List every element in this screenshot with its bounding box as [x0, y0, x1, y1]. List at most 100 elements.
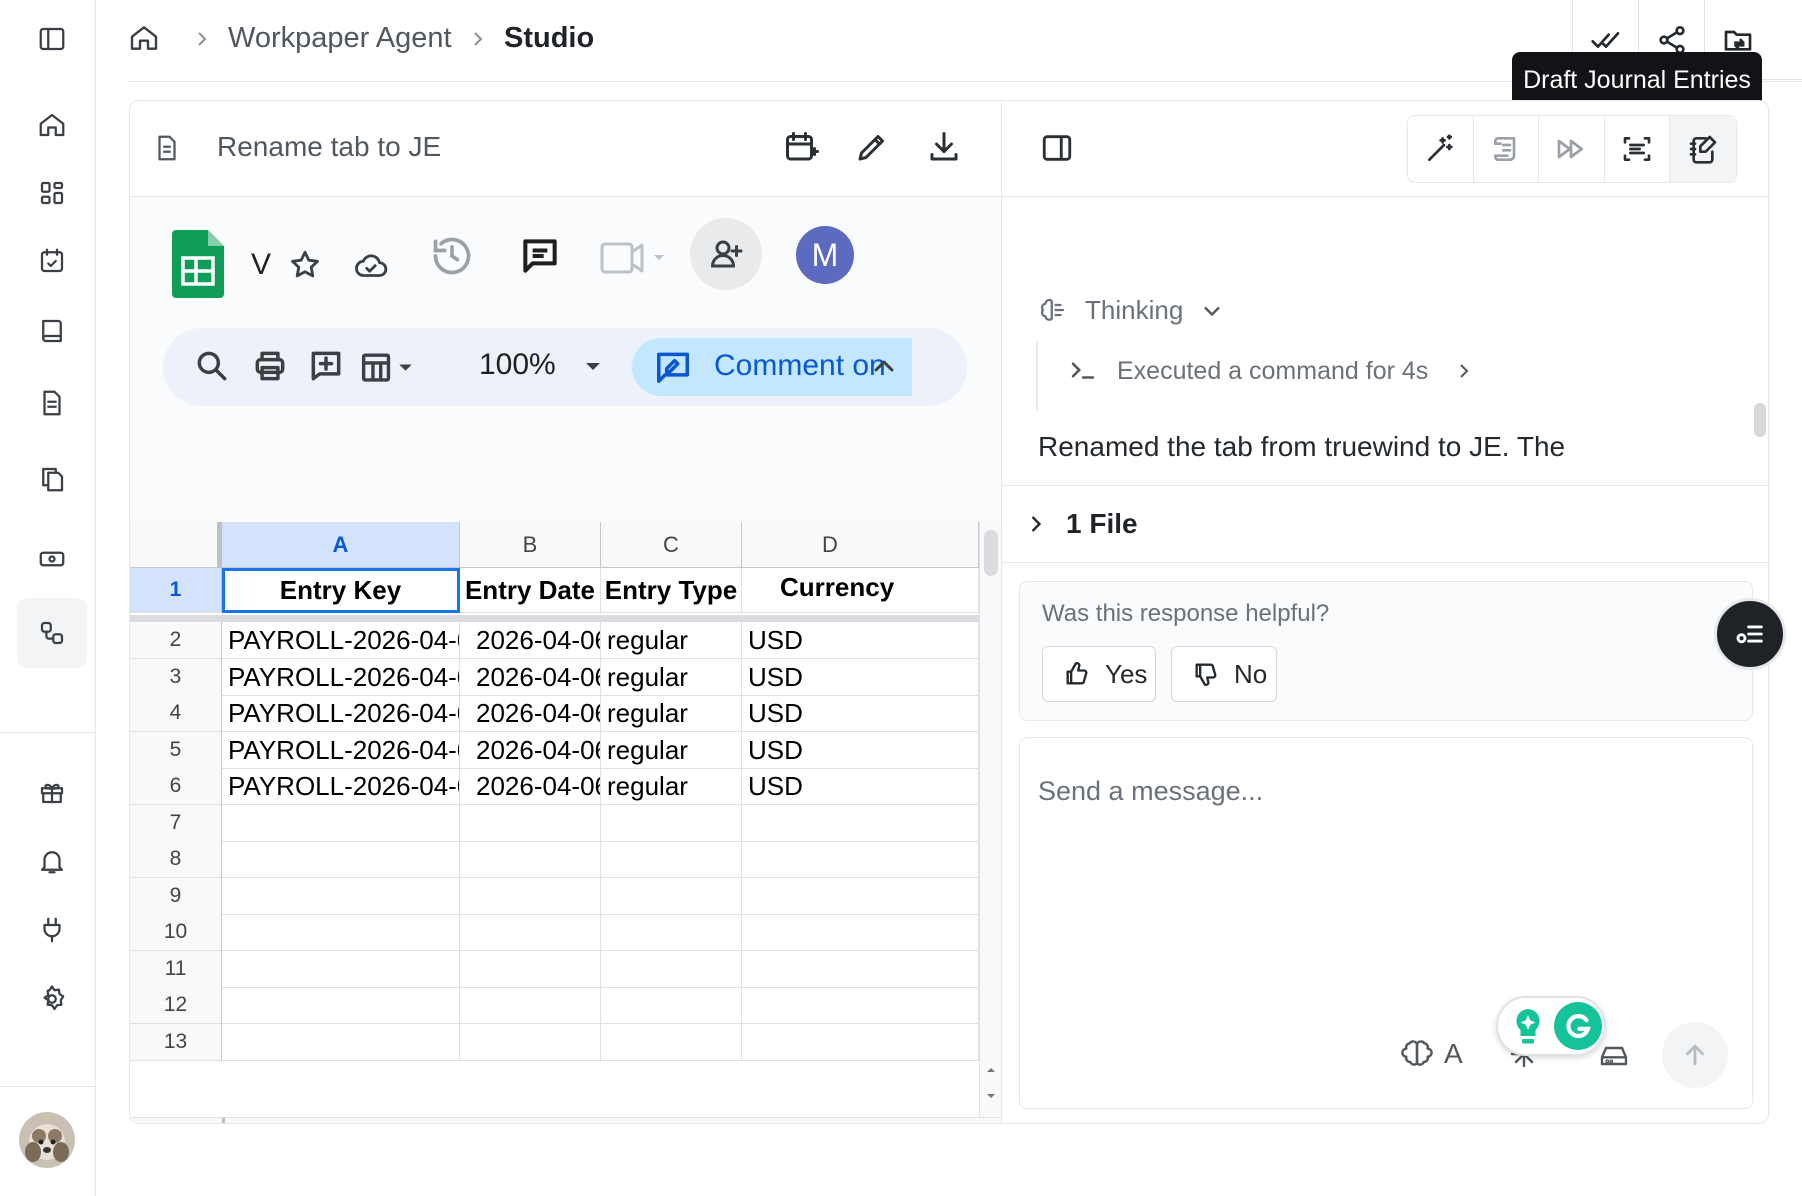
scroll-down-arrow-icon[interactable]	[983, 1088, 999, 1104]
message-composer[interactable]: Send a message... A	[1019, 737, 1753, 1109]
no-button[interactable]: No	[1171, 646, 1277, 702]
table-cell[interactable]	[222, 951, 460, 988]
fast-forward-icon[interactable]	[1539, 116, 1605, 182]
star-icon[interactable]	[288, 248, 322, 282]
cell-d1[interactable]: Currency	[742, 568, 979, 613]
table-cell[interactable]: USD	[742, 732, 979, 769]
chevron-up-icon[interactable]	[868, 350, 900, 382]
row-header[interactable]: 1	[130, 568, 222, 613]
calendar-add-icon[interactable]	[783, 129, 823, 169]
row-header[interactable]: 4	[130, 695, 222, 732]
table-cell[interactable]: USD	[742, 768, 979, 805]
dashboard-icon[interactable]	[17, 158, 87, 228]
row-header[interactable]: 7	[130, 805, 222, 842]
breadcrumb-workpaper-agent[interactable]: Workpaper Agent	[228, 22, 452, 55]
user-avatar[interactable]	[19, 1112, 75, 1168]
row-header[interactable]: 10	[130, 914, 222, 951]
table-cell[interactable]	[742, 1024, 979, 1061]
table-cell[interactable]: PAYROLL-2026-04-06	[222, 768, 460, 805]
table-cell[interactable]	[460, 805, 601, 842]
table-cell[interactable]: 2026-04-06	[460, 659, 601, 696]
sheet-title-fragment[interactable]: V	[251, 248, 271, 282]
table-cell[interactable]: 2026-04-06	[460, 622, 601, 659]
table-cell[interactable]: regular	[601, 659, 742, 696]
table-cell[interactable]	[601, 805, 742, 842]
settings-icon[interactable]	[17, 964, 87, 1034]
table-cell[interactable]	[601, 878, 742, 915]
table-cell[interactable]	[601, 914, 742, 951]
table-cell[interactable]: USD	[742, 622, 979, 659]
copy-document-icon[interactable]	[17, 444, 87, 514]
send-button[interactable]	[1662, 1022, 1728, 1088]
table-cell[interactable]: PAYROLL-2026-04-06	[222, 622, 460, 659]
table-cell[interactable]: regular	[601, 622, 742, 659]
book-icon[interactable]	[17, 296, 87, 366]
table-format-icon[interactable]	[359, 347, 421, 385]
vertical-scroll-thumb[interactable]	[984, 530, 998, 576]
calendar-check-icon[interactable]	[17, 226, 87, 296]
table-cell[interactable]: 2026-04-06	[460, 732, 601, 769]
search-icon[interactable]	[193, 347, 231, 385]
cell-c1[interactable]: Entry Type	[601, 568, 742, 613]
table-cell[interactable]	[460, 841, 601, 878]
floating-task-list-button[interactable]	[1714, 598, 1786, 670]
select-all-corner[interactable]	[130, 522, 222, 568]
reasoning-brain-icon[interactable]	[1401, 1038, 1433, 1070]
row-header[interactable]: 9	[130, 878, 222, 915]
table-cell[interactable]	[742, 914, 979, 951]
scan-text-icon[interactable]	[1605, 116, 1671, 182]
table-cell[interactable]	[601, 1024, 742, 1061]
file-attachment-row[interactable]: 1 File	[1002, 485, 1768, 563]
row-header[interactable]: 11	[130, 951, 222, 988]
account-avatar[interactable]: M	[796, 226, 854, 284]
table-cell[interactable]: 2026-04-06	[460, 695, 601, 732]
row-header[interactable]: 2	[130, 622, 222, 659]
column-header-b[interactable]: B	[460, 522, 601, 568]
table-cell[interactable]	[222, 914, 460, 951]
table-cell[interactable]	[460, 951, 601, 988]
zoom-dropdown-icon[interactable]	[581, 354, 605, 378]
scroll-left-arrow-icon[interactable]	[926, 1122, 942, 1123]
table-cell[interactable]: USD	[742, 695, 979, 732]
table-cell[interactable]	[742, 841, 979, 878]
table-cell[interactable]	[742, 987, 979, 1024]
plug-icon[interactable]	[17, 895, 87, 965]
print-icon[interactable]	[251, 347, 289, 385]
yes-button[interactable]: Yes	[1042, 646, 1156, 702]
document-icon[interactable]	[17, 368, 87, 438]
share-add-person-button[interactable]	[690, 218, 762, 290]
chevron-right-icon[interactable]	[1452, 359, 1476, 383]
grammarly-widget[interactable]	[1496, 996, 1606, 1056]
message-input[interactable]: Send a message...	[1038, 776, 1738, 836]
cell-a1[interactable]: Entry Key	[222, 568, 460, 613]
sidebar-toggle-icon[interactable]	[17, 4, 87, 74]
table-cell[interactable]	[222, 805, 460, 842]
home-icon[interactable]	[17, 90, 87, 160]
sheets-logo-icon[interactable]	[172, 230, 224, 298]
table-cell[interactable]	[601, 987, 742, 1024]
freeze-divider[interactable]	[130, 615, 979, 622]
comments-icon[interactable]	[518, 234, 562, 278]
table-cell[interactable]	[601, 841, 742, 878]
chevron-down-icon[interactable]	[1198, 297, 1226, 325]
table-cell[interactable]	[222, 1024, 460, 1061]
model-selector[interactable]: A	[1444, 1038, 1463, 1070]
table-cell[interactable]: PAYROLL-2026-04-06	[222, 732, 460, 769]
cash-icon[interactable]	[17, 524, 87, 594]
horizontal-scrollbar[interactable]	[130, 1117, 1001, 1123]
magic-wand-icon[interactable]	[1408, 116, 1474, 182]
panel-toggle-icon[interactable]	[1040, 131, 1074, 165]
column-header-c[interactable]: C	[601, 522, 742, 568]
row-header[interactable]: 12	[130, 987, 222, 1024]
table-cell[interactable]	[222, 987, 460, 1024]
scroll-up-arrow-icon[interactable]	[983, 1062, 999, 1078]
table-cell[interactable]	[601, 951, 742, 988]
download-icon[interactable]	[926, 129, 966, 169]
table-cell[interactable]: regular	[601, 695, 742, 732]
table-cell[interactable]	[460, 878, 601, 915]
table-cell[interactable]: USD	[742, 659, 979, 696]
table-cell[interactable]: regular	[601, 732, 742, 769]
table-cell[interactable]	[742, 878, 979, 915]
table-cell[interactable]	[222, 878, 460, 915]
draft-journal-entries-icon[interactable]	[1670, 116, 1736, 182]
